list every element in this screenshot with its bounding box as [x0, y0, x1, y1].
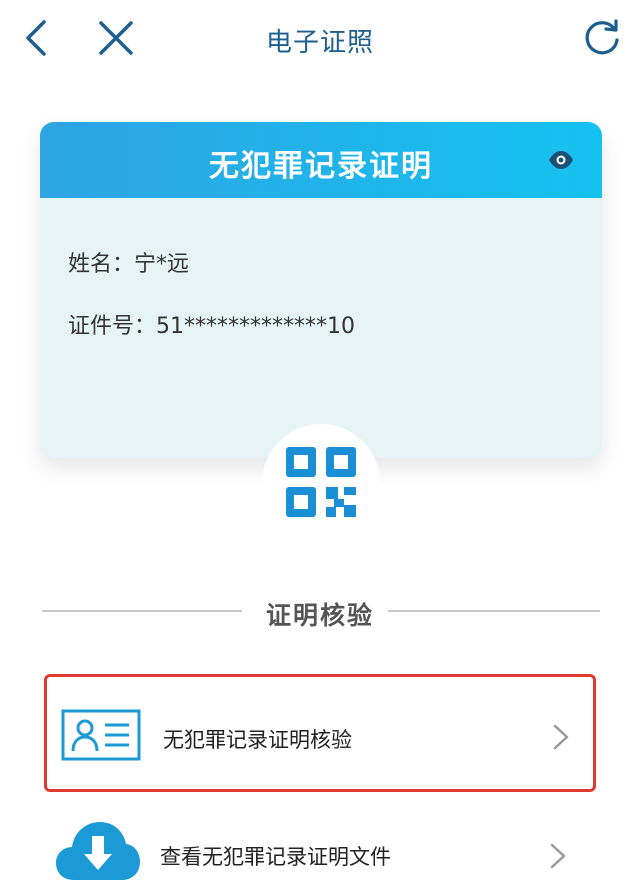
- chevron-right-icon: [550, 843, 566, 869]
- id-number-row: 证件号：51*************10: [68, 308, 355, 340]
- id-number-value: 51*************10: [156, 314, 356, 339]
- verify-certificate-label: 无犯罪记录证明核验: [163, 728, 352, 752]
- section-divider-right: [388, 610, 600, 612]
- certificate-card-header: 无犯罪记录证明: [40, 122, 602, 198]
- chevron-right-icon: [553, 724, 569, 750]
- name-value: 宁*远: [134, 252, 190, 277]
- verify-certificate-item[interactable]: 无犯罪记录证明核验: [44, 674, 596, 792]
- id-number-label: 证件号：: [68, 314, 157, 339]
- eye-icon[interactable]: [548, 150, 574, 170]
- view-certificate-file-label: 查看无犯罪记录证明文件: [160, 845, 391, 869]
- name-row: 姓名：宁*远: [68, 246, 189, 278]
- id-card-icon: [61, 709, 141, 761]
- certificate-title: 无犯罪记录证明: [209, 149, 433, 184]
- page-title: 电子证照: [265, 28, 374, 58]
- refresh-icon[interactable]: [582, 18, 622, 58]
- section-title: 证明核验: [265, 601, 374, 630]
- certificate-card[interactable]: 无犯罪记录证明 姓名：宁*远 证件号：51*************10: [40, 122, 602, 458]
- top-bar: 电子证照: [0, 0, 640, 80]
- view-certificate-file-item[interactable]: 查看无犯罪记录证明文件: [44, 806, 596, 892]
- qr-code-icon[interactable]: [286, 447, 356, 517]
- cloud-download-icon: [56, 822, 140, 880]
- name-label: 姓名：: [68, 252, 135, 277]
